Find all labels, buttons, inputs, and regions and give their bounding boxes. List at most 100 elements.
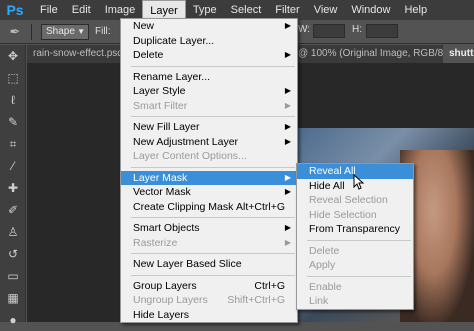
menu-item-label: Smart Filter — [133, 99, 188, 112]
menu-item-layer-mask[interactable]: Layer Mask ▶ — [121, 170, 297, 185]
menu-separator — [307, 275, 411, 277]
pen-tool-icon[interactable]: ✒ — [4, 23, 26, 41]
menu-item-delete[interactable]: Delete ▶ — [121, 48, 297, 63]
menu-item-vector-mask[interactable]: Vector Mask ▶ — [121, 185, 297, 200]
menu-item-create-clipping-mask[interactable]: Create Clipping Mask Alt+Ctrl+G — [121, 200, 297, 215]
submenu-item-apply: Apply — [297, 258, 413, 273]
document-title: @ 100% (Original Image, RGB/8) — [298, 48, 447, 59]
menu-item-shortcut: Shift+Ctrl+G — [227, 294, 285, 306]
history-brush-icon[interactable]: ↺ — [0, 243, 26, 265]
menu-item-rename-layer[interactable]: Rename Layer... — [121, 70, 297, 85]
height-field[interactable] — [366, 24, 398, 38]
menu-item-layer-content-options: Layer Content Options... — [121, 149, 297, 164]
chevron-down-icon: ▼ — [77, 26, 85, 36]
submenu-arrow-icon: ▶ — [284, 122, 291, 131]
fill-label: Fill: — [95, 26, 111, 37]
menu-bar: Ps File Edit Image Layer Type Select Fil… — [0, 0, 474, 20]
submenu-item-delete: Delete — [297, 244, 413, 259]
menu-item-new-adjustment-layer[interactable]: New Adjustment Layer ▶ — [121, 135, 297, 150]
menu-image[interactable]: Image — [98, 0, 143, 20]
shape-mode-select[interactable]: Shape ▼ — [41, 23, 89, 40]
menu-layer[interactable]: Layer — [142, 0, 186, 20]
menu-item-label: Group Layers — [133, 279, 197, 292]
submenu-item-enable: Enable — [297, 280, 413, 295]
menu-separator — [131, 65, 295, 67]
submenu-arrow-icon: ▶ — [284, 187, 291, 196]
submenu-item-link: Link — [297, 294, 413, 309]
menu-item-new[interactable]: New ▶ — [121, 19, 297, 34]
submenu-item-hide-selection: Hide Selection — [297, 208, 413, 223]
healing-icon[interactable]: ✚ — [0, 177, 26, 199]
menu-select[interactable]: Select — [224, 0, 269, 20]
menu-item-label: New Fill Layer — [133, 121, 200, 133]
stamp-icon[interactable]: ♙ — [0, 221, 26, 243]
eyedropper-icon[interactable]: ⁄ — [0, 155, 26, 177]
brush-icon[interactable]: ✐ — [0, 199, 26, 221]
submenu-arrow-icon: ▶ — [284, 237, 291, 247]
menu-separator — [131, 116, 295, 117]
menu-item-label: Layer Content Options... — [133, 150, 247, 162]
menu-item-smart-objects[interactable]: Smart Objects ▶ — [121, 221, 297, 236]
submenu-item-reveal-selection: Reveal Selection — [297, 193, 413, 208]
move-icon[interactable]: ✥ — [0, 45, 26, 67]
menu-item-group-layers[interactable]: Group Layers Ctrl+G — [121, 279, 297, 294]
quick-select-icon[interactable]: ✎ — [0, 111, 26, 133]
submenu-arrow-icon: ▶ — [284, 136, 291, 146]
menu-item-shortcut: Ctrl+G — [254, 279, 285, 292]
photoshop-logo: Ps — [6, 2, 24, 18]
menu-window[interactable]: Window — [344, 0, 397, 20]
submenu-arrow-icon: ▶ — [284, 86, 291, 95]
menu-item-label: From Transparency — [309, 223, 401, 235]
menu-item-label: Layer Mask — [133, 171, 188, 184]
menu-item-new-layer-based-slice[interactable]: New Layer Based Slice — [121, 257, 297, 272]
menu-help[interactable]: Help — [397, 0, 434, 20]
menu-edit[interactable]: Edit — [65, 0, 98, 20]
menu-item-label: New Adjustment Layer — [133, 135, 239, 148]
gradient-icon[interactable]: ▦ — [0, 287, 26, 309]
menu-item-new-fill-layer[interactable]: New Fill Layer ▶ — [121, 120, 297, 135]
marquee-icon[interactable]: ⬚ — [0, 67, 26, 89]
menu-item-label: Ungroup Layers — [133, 294, 208, 306]
menu-separator — [131, 253, 295, 254]
eraser-icon[interactable]: ▭ — [0, 265, 26, 287]
menu-item-label: Create Clipping Mask — [133, 200, 234, 213]
menu-item-label: Duplicate Layer... — [133, 34, 215, 47]
width-field[interactable] — [313, 24, 345, 38]
menu-item-hide-layers[interactable]: Hide Layers — [121, 308, 297, 323]
menu-item-label: New — [133, 20, 155, 32]
menu-item-label: Enable — [309, 280, 342, 293]
submenu-item-from-transparency[interactable]: From Transparency — [297, 222, 413, 237]
menu-item-label: Vector Mask — [133, 186, 191, 198]
menu-type[interactable]: Type — [186, 0, 224, 20]
menu-item-label: Reveal Selection — [309, 194, 388, 206]
menu-item-smart-filter: Smart Filter ▶ — [121, 99, 297, 114]
tab-label: shutte — [449, 48, 474, 59]
menu-item-label: Layer Style — [133, 85, 186, 97]
tab-shutterstock[interactable]: shutte — [443, 45, 474, 63]
menu-item-label: Hide Layers — [133, 308, 190, 321]
menu-item-layer-style[interactable]: Layer Style ▶ — [121, 84, 297, 99]
tab-label: rain-snow-effect.psd — [33, 48, 123, 59]
menu-item-duplicate-layer[interactable]: Duplicate Layer... — [121, 34, 297, 49]
menu-item-label: Apply — [309, 259, 336, 271]
menu-item-label: Reveal All — [309, 165, 356, 177]
lasso-icon[interactable]: ℓ — [0, 89, 26, 111]
tab-rain-snow-effect[interactable]: rain-snow-effect.psd — [27, 45, 129, 63]
crop-icon[interactable]: ⌗ — [0, 133, 26, 155]
menu-item-label: Link — [309, 295, 329, 307]
height-label: H: — [352, 24, 362, 35]
submenu-arrow-icon: ▶ — [284, 223, 291, 232]
menu-separator — [131, 274, 295, 276]
submenu-arrow-icon: ▶ — [284, 50, 291, 59]
blur-icon[interactable]: ● — [0, 309, 26, 331]
menu-item-label: Rename Layer... — [133, 70, 211, 83]
menu-filter[interactable]: Filter — [268, 0, 306, 20]
menu-item-label: Rasterize — [133, 236, 178, 249]
menu-item-ungroup-layers: Ungroup Layers Shift+Ctrl+G — [121, 293, 297, 308]
menu-view[interactable]: View — [307, 0, 345, 20]
submenu-arrow-icon: ▶ — [284, 100, 291, 110]
menu-file[interactable]: File — [33, 0, 65, 20]
layer-menu-dropdown: New ▶ Duplicate Layer... Delete ▶ Rename Laye… — [120, 18, 298, 323]
menu-item-label: Delete — [309, 244, 340, 257]
menu-item-rasterize: Rasterize ▶ — [121, 236, 297, 251]
